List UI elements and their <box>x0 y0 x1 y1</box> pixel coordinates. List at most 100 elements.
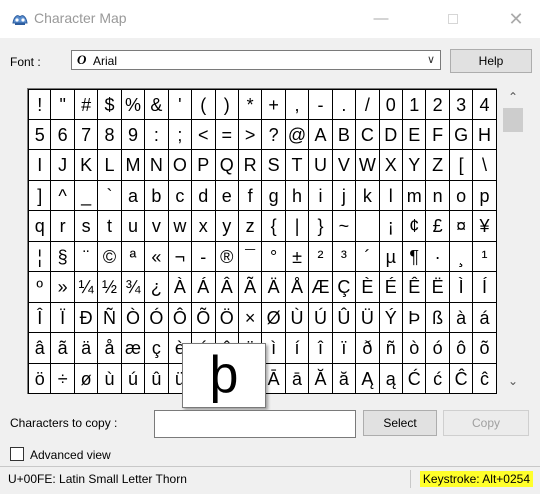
character-cell[interactable]: Ć <box>403 363 427 394</box>
character-cell[interactable]: ° <box>262 241 286 272</box>
character-cell[interactable]: Ò <box>121 302 146 333</box>
character-cell[interactable]: ; <box>168 119 193 150</box>
character-cell[interactable]: Ă <box>309 363 333 394</box>
character-cell[interactable]: p <box>473 180 497 211</box>
character-cell[interactable]: Æ <box>309 272 333 303</box>
character-cell[interactable]: á <box>473 302 497 333</box>
character-cell[interactable]: Ä <box>262 272 286 303</box>
character-cell[interactable]: í <box>285 333 310 364</box>
character-cell[interactable]: Ą <box>356 363 380 394</box>
copy-button[interactable]: Copy <box>443 410 529 436</box>
character-cell[interactable]: º <box>28 272 52 303</box>
character-cell[interactable]: b <box>145 180 169 211</box>
character-cell[interactable]: q <box>28 211 52 242</box>
character-cell[interactable]: Ĉ <box>449 363 474 394</box>
close-button[interactable]: ✕ <box>493 0 539 38</box>
character-cell[interactable]: % <box>121 89 146 120</box>
character-cell[interactable]: Ð <box>74 302 99 333</box>
character-cell[interactable]: » <box>51 272 75 303</box>
character-cell[interactable]: ç <box>145 333 169 364</box>
character-cell[interactable]: + <box>262 89 286 120</box>
character-cell[interactable]: · <box>426 241 450 272</box>
character-cell[interactable]: Û <box>332 302 357 333</box>
character-cell[interactable]: 5 <box>28 119 52 150</box>
character-cell[interactable]: ¯ <box>238 241 263 272</box>
character-cell[interactable]: ³ <box>332 241 357 272</box>
character-cell[interactable]: M <box>121 150 146 181</box>
character-cell[interactable]: Y <box>403 150 427 181</box>
character-cell[interactable]: û <box>145 363 169 394</box>
character-cell[interactable]: Q <box>215 150 239 181</box>
character-cell[interactable]: O <box>168 150 193 181</box>
character-cell[interactable]: ´ <box>356 241 380 272</box>
character-cell[interactable]: Ü <box>356 302 380 333</box>
character-cell[interactable]: | <box>285 211 310 242</box>
character-cell[interactable]: d <box>192 180 216 211</box>
character-cell[interactable]: ¿ <box>145 272 169 303</box>
character-cell[interactable]: õ <box>473 333 497 364</box>
character-cell[interactable]: ¾ <box>121 272 146 303</box>
character-cell[interactable]: J <box>51 150 75 181</box>
scroll-up-arrow-icon[interactable]: ⌃ <box>502 90 524 104</box>
character-cell[interactable]: ã <box>51 333 75 364</box>
character-cell[interactable]: , <box>285 89 310 120</box>
character-cell[interactable]: × <box>238 302 263 333</box>
character-cell[interactable]: E <box>403 119 427 150</box>
maximize-button[interactable] <box>430 0 476 38</box>
character-cell[interactable]: ( <box>192 89 216 120</box>
advanced-view-checkbox[interactable] <box>10 447 24 461</box>
character-cell[interactable]: ) <box>215 89 239 120</box>
character-cell[interactable]: ð <box>356 333 380 364</box>
character-cell[interactable]: å <box>98 333 122 364</box>
character-cell[interactable]: Ï <box>51 302 75 333</box>
character-cell[interactable]: Â <box>215 272 239 303</box>
character-cell[interactable]: ! <box>28 89 52 120</box>
character-cell[interactable]: @ <box>285 119 310 150</box>
character-cell[interactable]: B <box>332 119 357 150</box>
character-cell[interactable]: Ù <box>285 302 310 333</box>
character-cell[interactable]: : <box>145 119 169 150</box>
character-cell[interactable]: 0 <box>379 89 403 120</box>
character-cell[interactable]: ~ <box>332 211 357 242</box>
scroll-down-arrow-icon[interactable]: ⌄ <box>502 374 524 388</box>
character-cell[interactable]: u <box>121 211 146 242</box>
character-cell[interactable]: § <box>51 241 75 272</box>
character-cell[interactable]: A <box>309 119 333 150</box>
character-cell[interactable]: S <box>262 150 286 181</box>
character-cell[interactable]: * <box>238 89 263 120</box>
character-cell[interactable]: Ô <box>168 302 193 333</box>
character-cell[interactable]: ¬ <box>168 241 193 272</box>
chevron-down-icon[interactable]: ∨ <box>427 53 435 66</box>
character-cell[interactable]: 1 <box>403 89 427 120</box>
character-cell[interactable]: ä <box>74 333 99 364</box>
character-cell[interactable]: ? <box>262 119 286 150</box>
character-cell[interactable]: X <box>379 150 403 181</box>
character-cell[interactable]: ¨ <box>74 241 99 272</box>
character-cell[interactable]: È <box>356 272 380 303</box>
character-cell[interactable]: [ <box>449 150 474 181</box>
character-cell[interactable]: ø <box>74 363 99 394</box>
character-cell[interactable]: _ <box>74 180 99 211</box>
character-cell[interactable]: R <box>238 150 263 181</box>
character-cell[interactable]: 6 <box>51 119 75 150</box>
character-cell[interactable]: r <box>51 211 75 242</box>
character-cell[interactable]: É <box>379 272 403 303</box>
character-cell[interactable]: Ç <box>332 272 357 303</box>
character-cell[interactable]: î <box>309 333 333 364</box>
character-cell[interactable]: H <box>473 119 497 150</box>
character-cell[interactable]: " <box>51 89 75 120</box>
character-cell[interactable]: ¸ <box>449 241 474 272</box>
character-cell[interactable]: â <box>28 333 52 364</box>
character-cell[interactable]: À <box>168 272 193 303</box>
character-cell[interactable]: s <box>74 211 99 242</box>
character-cell[interactable]: U <box>309 150 333 181</box>
character-cell[interactable]: ª <box>121 241 146 272</box>
character-cell[interactable]: c <box>168 180 193 211</box>
character-cell[interactable]: $ <box>98 89 122 120</box>
character-cell[interactable]: µ <box>379 241 403 272</box>
vertical-scrollbar[interactable]: ⌃ ⌄ <box>502 88 524 394</box>
character-cell[interactable]: V <box>332 150 357 181</box>
character-cell[interactable]: ¢ <box>403 211 427 242</box>
character-cell[interactable]: ¡ <box>379 211 403 242</box>
character-cell[interactable]: m <box>403 180 427 211</box>
